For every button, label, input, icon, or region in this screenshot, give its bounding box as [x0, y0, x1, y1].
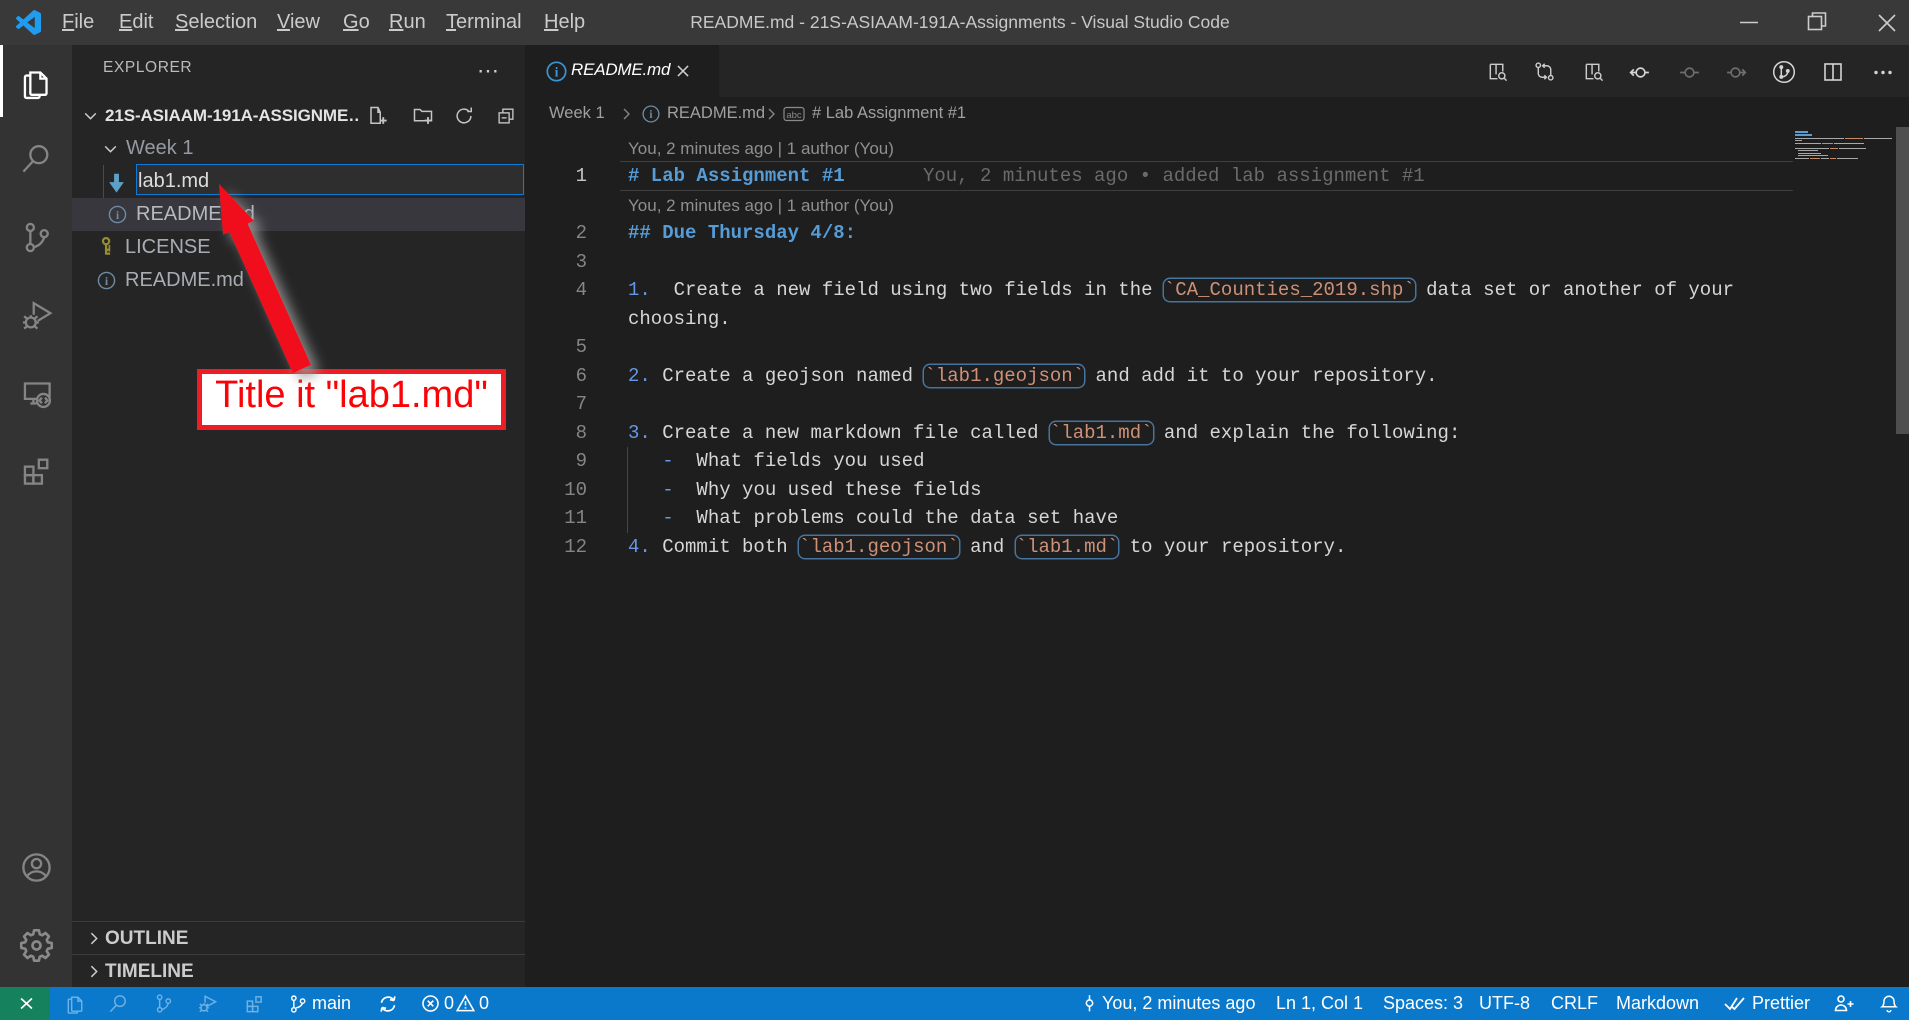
svg-text:abc: abc	[786, 110, 802, 121]
svg-text:i: i	[105, 274, 109, 288]
svg-text:i: i	[649, 109, 652, 121]
svg-text:i: i	[555, 64, 559, 79]
svg-text:i: i	[116, 208, 120, 222]
